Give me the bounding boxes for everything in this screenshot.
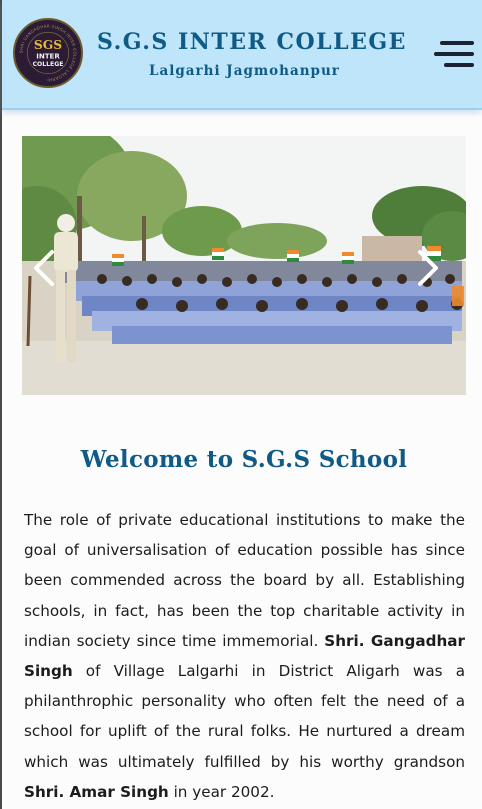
chevron-left-icon — [34, 250, 54, 286]
menu-bar-middle — [434, 52, 474, 56]
grandson-name: Shri. Amar Singh — [24, 782, 169, 801]
site-subtitle: Lalgarhi Jagmohanpur — [149, 63, 340, 79]
school-logo[interactable]: SHRI GANGADHAR SINGH INTER COLLEGE LALGA… — [13, 18, 83, 88]
intro-text-1: The role of private educational institut… — [24, 511, 465, 650]
slider-photo — [22, 136, 466, 395]
window-edge — [0, 0, 2, 809]
logo-text-college: COLLEGE — [33, 61, 64, 68]
site-title[interactable]: S.G.S INTER COLLEGE — [97, 29, 417, 55]
image-slider[interactable] — [22, 136, 466, 395]
menu-bar-bottom — [444, 63, 474, 67]
chevron-right-icon — [418, 250, 438, 286]
menu-bar-top — [440, 41, 474, 45]
intro-text-3: in year 2002. — [168, 782, 275, 801]
logo-text-sgs: SGS — [34, 37, 62, 52]
welcome-heading: Welcome to S.G.S School — [80, 446, 408, 473]
intro-text-2: of Village Lalgarhi in District Aligarh … — [24, 662, 465, 771]
logo-text-inter: INTER — [36, 52, 60, 61]
slider-prev-button[interactable] — [30, 248, 60, 288]
hamburger-menu-icon[interactable] — [434, 38, 474, 70]
site-header: SHRI GANGADHAR SINGH INTER COLLEGE LALGA… — [2, 0, 482, 110]
slider-next-button[interactable] — [412, 248, 442, 288]
logo-emblem: SHRI GANGADHAR SINGH INTER COLLEGE LALGA… — [16, 21, 80, 85]
welcome-paragraph: The role of private educational institut… — [24, 505, 465, 807]
